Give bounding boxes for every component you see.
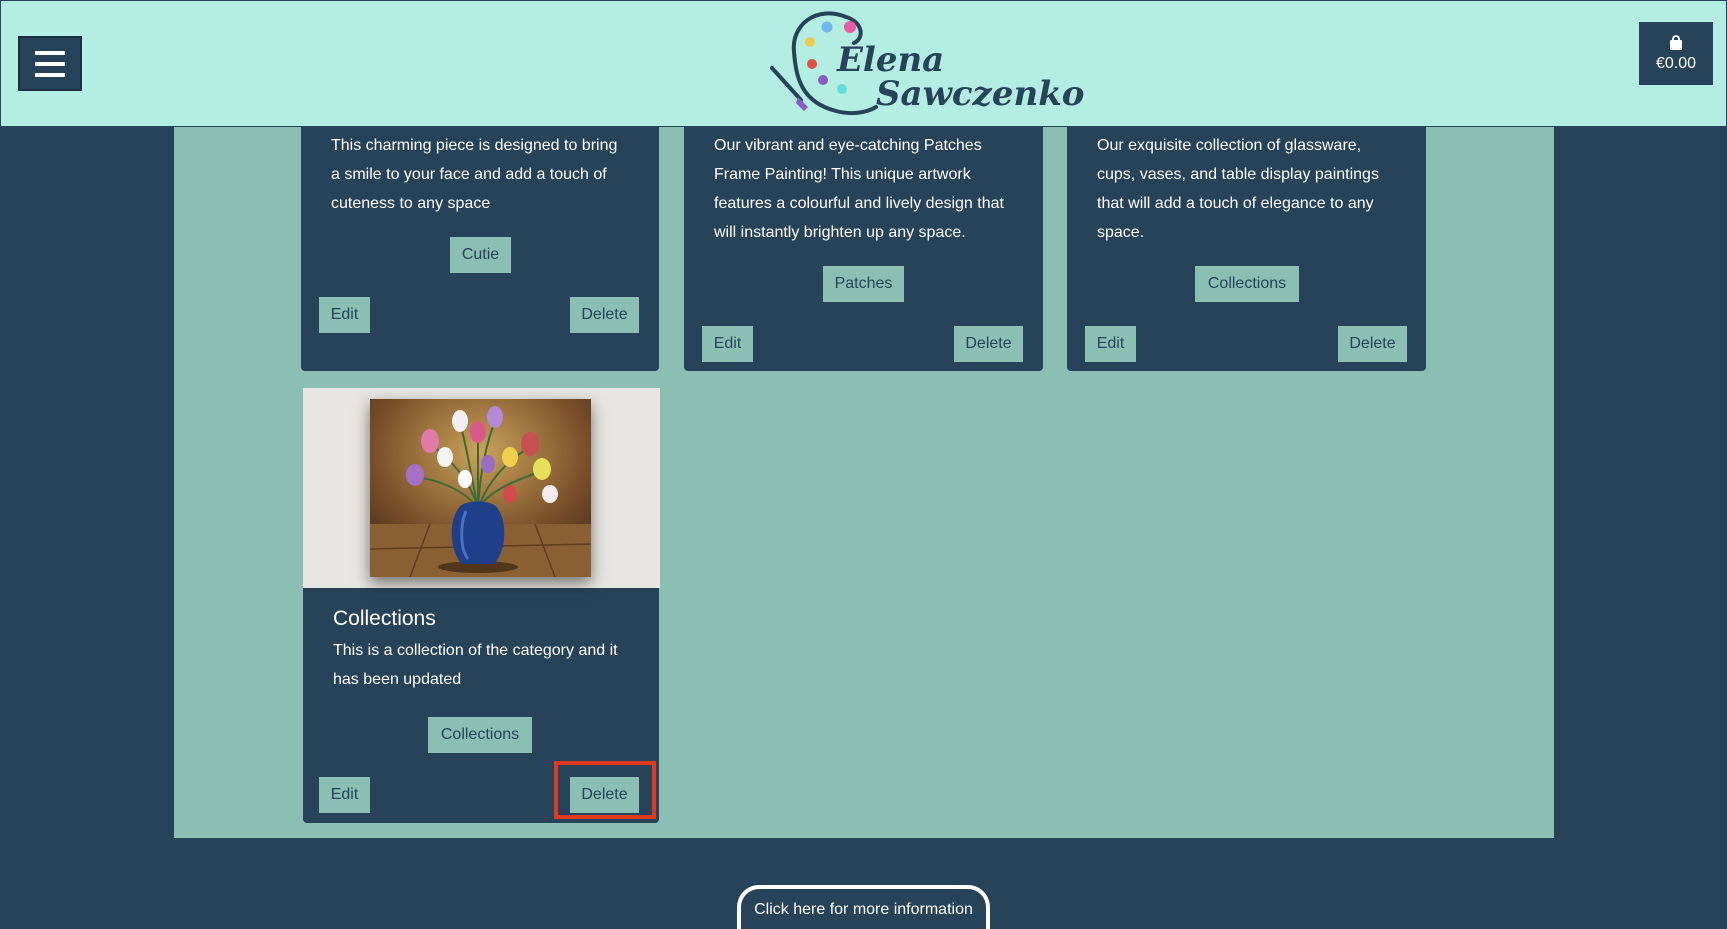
menu-bar-icon <box>35 72 65 77</box>
hamburger-menu-button[interactable] <box>18 36 82 91</box>
description-line: space. <box>1097 224 1145 241</box>
site-header: Elena Sawczenko €0.00 <box>0 0 1727 127</box>
category-button[interactable]: Collections <box>1195 266 1299 302</box>
logo-text-first-name: Elena <box>837 40 945 80</box>
description-line: This charming piece is designed to bring <box>331 137 618 154</box>
description-line: Frame Painting! This unique artwork <box>714 166 971 183</box>
card-description: This charming piece is designed to bring… <box>331 131 617 218</box>
edit-button[interactable]: Edit <box>319 297 370 333</box>
product-card: Our exquisite collection of glassware, c… <box>1067 127 1426 371</box>
product-card: Collections This is a collection of the … <box>303 388 660 823</box>
delete-button[interactable]: Delete <box>954 326 1023 362</box>
delete-button[interactable]: Delete <box>570 297 639 333</box>
description-line: will instantly brighten up any space. <box>714 224 966 241</box>
edit-button[interactable]: Edit <box>1085 326 1136 362</box>
menu-bar-icon <box>35 61 65 66</box>
logo-text-last-name: Sawczenko <box>876 74 1085 114</box>
description-line: Our exquisite collection of glassware, <box>1097 137 1362 154</box>
description-line: a smile to your face and add a touch of <box>331 166 607 183</box>
category-button[interactable]: Patches <box>823 266 904 302</box>
card-description: This is a collection of the category and… <box>333 636 618 694</box>
card-title: Collections <box>333 607 436 630</box>
site-logo[interactable]: Elena Sawczenko <box>766 7 1084 119</box>
description-line: This is a collection of the category and… <box>333 642 618 659</box>
product-card: This charming piece is designed to bring… <box>301 127 659 371</box>
description-line: that will add a touch of elegance to any <box>1097 195 1374 212</box>
description-line: cuteness to any space <box>331 195 491 212</box>
description-line: Our vibrant and eye-catching Patches <box>714 137 982 154</box>
card-description: Our exquisite collection of glassware, c… <box>1097 131 1379 247</box>
category-button[interactable]: Collections <box>428 717 532 753</box>
description-line: features a colourful and lively design t… <box>714 195 1004 212</box>
tulip-painting-image <box>370 399 591 577</box>
card-description: Our vibrant and eye-catching Patches Fra… <box>714 131 1004 247</box>
delete-button[interactable]: Delete <box>1338 326 1407 362</box>
edit-button[interactable]: Edit <box>319 777 370 813</box>
shopping-bag-button[interactable]: €0.00 <box>1639 22 1713 85</box>
description-line: has been updated <box>333 671 462 688</box>
product-image[interactable] <box>303 388 660 588</box>
cart-total: €0.00 <box>1655 54 1697 72</box>
delete-button[interactable]: Delete <box>570 777 639 813</box>
category-button[interactable]: Cutie <box>450 237 511 273</box>
product-grid: This charming piece is designed to bring… <box>174 127 1554 838</box>
edit-button[interactable]: Edit <box>702 326 753 362</box>
shopping-bag-icon <box>1670 34 1682 50</box>
menu-bar-icon <box>35 50 65 55</box>
description-line: cups, vases, and table display paintings <box>1097 166 1379 183</box>
product-card: Our vibrant and eye-catching Patches Fra… <box>684 127 1043 371</box>
more-information-button[interactable]: Click here for more information <box>737 885 990 929</box>
